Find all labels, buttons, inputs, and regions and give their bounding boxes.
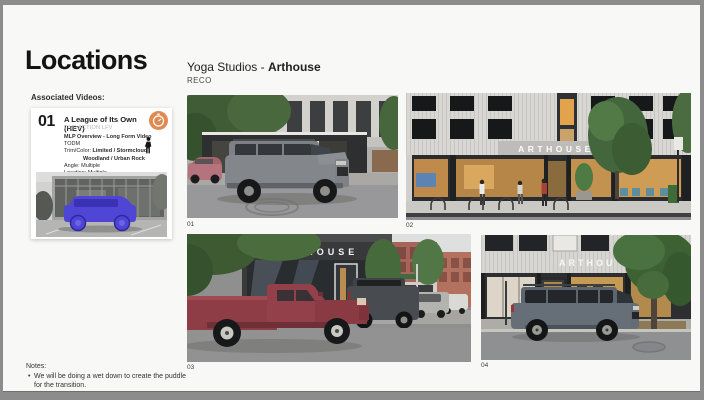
arthouse-sign-text-photo02: ARTHOUSE [518, 144, 594, 154]
section-subtitle: RECO [187, 76, 212, 85]
photo-label-01: 01 [187, 221, 194, 228]
photo-label-04: 04 [481, 362, 488, 369]
location-photo-03: ARTHOUSE [187, 234, 471, 362]
note-text: We will be doing a wet down to create th… [34, 373, 186, 389]
location-photo-02: ARTHOUSE [406, 93, 691, 220]
timer-badge-icon [149, 111, 168, 130]
notes-label: Notes: [26, 363, 191, 370]
notes-section: Notes: We will be doing a wet down to cr… [26, 363, 191, 390]
video-card-subtitle: LIVE ACTION LFV [64, 125, 113, 131]
section-title-location: Arthouse [268, 60, 321, 74]
video-card: 01 A League of Its Own (HEV) LIVE ACTION… [31, 108, 172, 239]
person-icon [144, 137, 153, 154]
slide-page: Locations Associated Videos: 01 A League… [3, 5, 700, 392]
video-card-still-image [36, 172, 167, 237]
photo-label-02: 02 [406, 222, 413, 229]
associated-videos-label: Associated Videos: [31, 93, 105, 102]
gray-suv-side [511, 285, 640, 342]
section-title: Yoga Studios - Arthouse [187, 60, 321, 74]
video-trim-line-2: Woodland / Urban Rock [83, 156, 164, 163]
video-angle-line: Angle: Multiple [64, 163, 164, 170]
arthouse-sign-text-photo04: ARTHOU [559, 258, 616, 268]
location-photo-01 [187, 95, 398, 218]
note-item: We will be doing a wet down to create th… [26, 372, 191, 390]
location-photo-04: ARTHOU [481, 235, 691, 360]
page-title: Locations [25, 45, 147, 76]
video-card-number: 01 [38, 113, 55, 131]
window-frame: Locations Associated Videos: 01 A League… [0, 0, 704, 400]
section-title-prefix: Yoga Studios - [187, 60, 268, 74]
